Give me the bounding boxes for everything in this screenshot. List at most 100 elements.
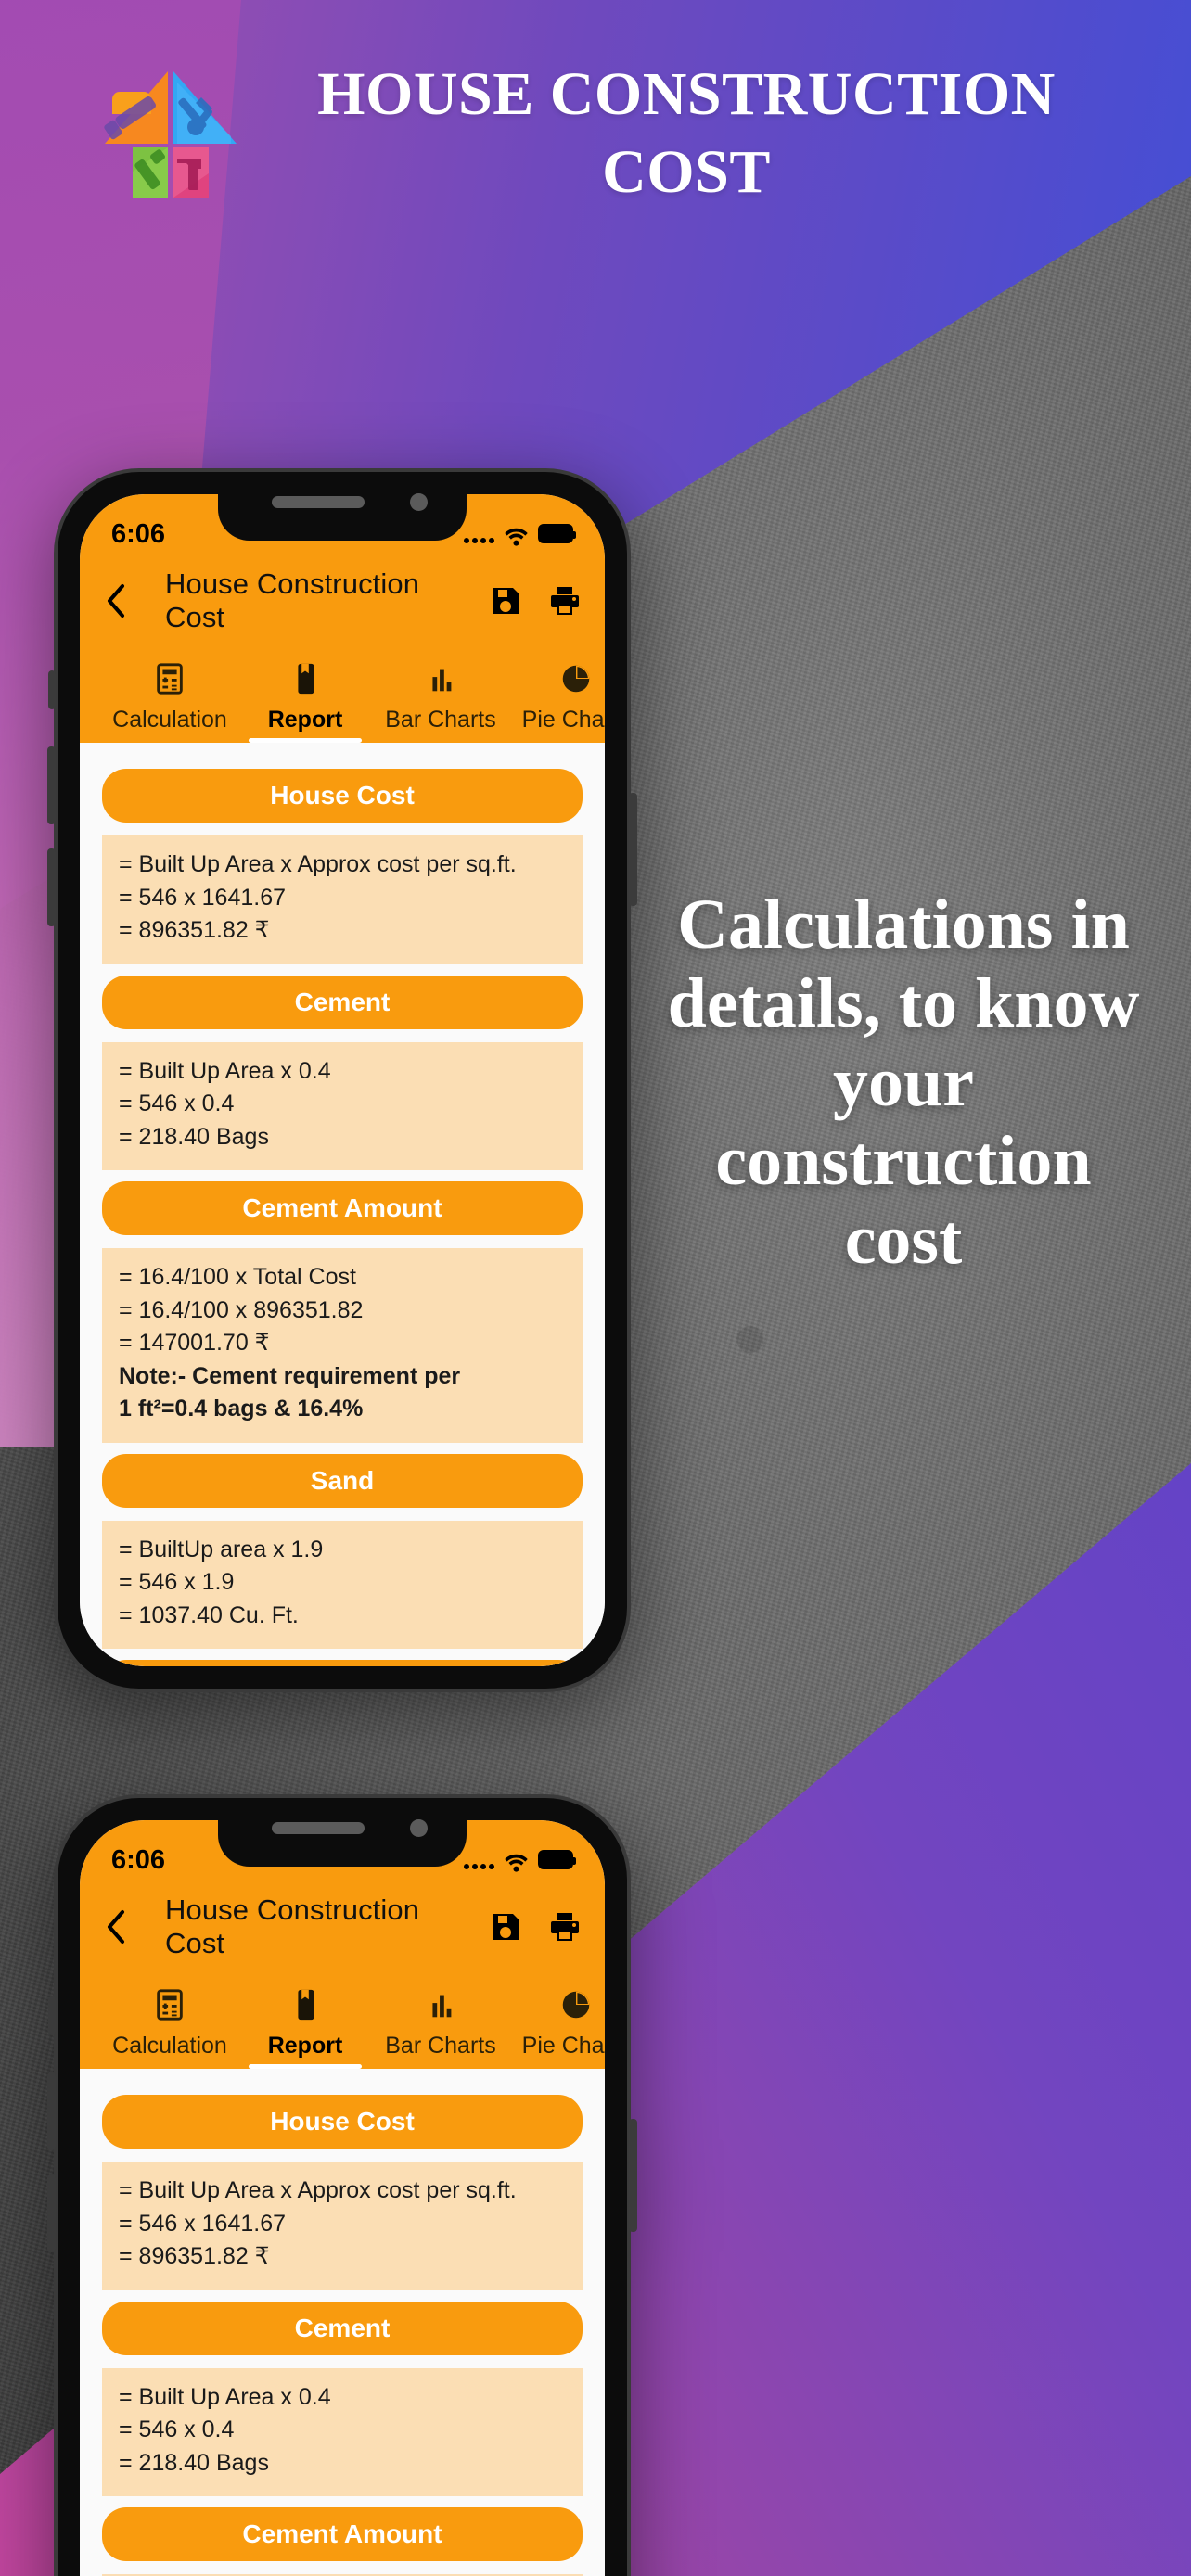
pie-chart-icon [508, 659, 605, 698]
report-section-body: = 16.4/100 x Total Cost = 16.4/100 x 8963… [102, 1248, 583, 1443]
tab-calculation[interactable]: Calculation [102, 1985, 237, 2069]
report-line: = 16.4/100 x 896351.82 [119, 1296, 364, 1323]
report-line: = Built Up Area x 0.4 [119, 1057, 331, 1084]
phone-frame: 6:06 House Construction Cost Calculation… [54, 468, 631, 1692]
signal-dots-icon [464, 1864, 494, 1869]
signal-dots-icon [464, 538, 494, 543]
tab-bar-charts-label: Bar Charts [385, 2033, 496, 2059]
report-line: = Built Up Area x Approx cost per sq.ft. [119, 851, 517, 877]
report-line: = 218.40 Bags [119, 1123, 269, 1150]
app-action-bar: House Construction Cost [80, 1889, 605, 1965]
status-icons [464, 1840, 576, 1872]
tab-report[interactable]: Report [237, 659, 373, 743]
report-section-body: = BuiltUp area x 1.9 = 546 x 1.9 = 1037.40… [102, 1520, 583, 1649]
report-line: = 896351.82 ₹ [119, 2243, 270, 2269]
phone-notch [218, 472, 467, 541]
report-line: = 896351.82 ₹ [119, 917, 270, 943]
printer-icon[interactable] [549, 585, 581, 617]
tab-calculation-label: Calculation [112, 2033, 227, 2059]
wifi-icon [503, 523, 530, 546]
report-line: = Built Up Area x Approx cost per sq.ft. [119, 2177, 517, 2203]
tab-pie-charts[interactable]: Pie Charts [508, 1985, 605, 2069]
tab-bar-charts-label: Bar Charts [385, 707, 496, 733]
appbar-actions [490, 585, 581, 617]
status-time: 6:06 [111, 518, 166, 549]
phone-screen: 6:06 House Construction Cost Calculation… [80, 1820, 605, 2576]
promo-tagline: Calculations in details, to know your co… [667, 886, 1140, 1280]
report-line: 1 ft²=0.4 bags & 16.4% [119, 1396, 364, 1422]
phone-screen: 6:06 House Construction Cost Calculation… [80, 494, 605, 1666]
tab-pie-charts-label: Pie Charts [521, 707, 605, 733]
earpiece-speaker [272, 496, 365, 508]
tab-report[interactable]: Report [237, 1985, 373, 2069]
battery-full-icon [538, 1850, 576, 1869]
report-line: = 546 x 1641.67 [119, 884, 287, 911]
report-line: = 16.4/100 x Total Cost [119, 1264, 356, 1290]
save-floppy-icon[interactable] [490, 1911, 521, 1943]
front-camera [410, 493, 428, 511]
power-button[interactable] [629, 793, 637, 906]
phone-mockup-top: 6:06 House Construction Cost Calculation… [47, 468, 637, 1692]
appbar-actions [490, 1911, 581, 1943]
tab-calculation-label: Calculation [112, 707, 227, 733]
report-section: Cement [80, 2301, 605, 2355]
status-icons [464, 514, 576, 546]
tab-bar[interactable]: Calculation Report Bar Charts Pie Cha [80, 1965, 605, 2069]
back-chevron-icon[interactable] [104, 1908, 128, 1945]
report-section: Cement [80, 975, 605, 1029]
printer-icon[interactable] [549, 1911, 581, 1943]
report-section: Cement Amount [80, 1181, 605, 1235]
tab-pie-charts-label: Pie Charts [521, 2033, 605, 2059]
report-section-body: = Built Up Area x Approx cost per sq.ft.… [102, 2162, 583, 2290]
volume-up-button[interactable] [47, 746, 56, 824]
calculator-icon [102, 659, 237, 698]
earpiece-speaker [272, 1822, 365, 1834]
report-line: = 546 x 0.4 [119, 1090, 235, 1116]
volume-up-button[interactable] [47, 2072, 56, 2150]
calculator-icon [102, 1985, 237, 2024]
pie-chart-icon [508, 1985, 605, 2024]
tab-bar[interactable]: Calculation Report Bar Charts Pie Cha [80, 639, 605, 743]
report-section: Cement Amount [80, 2507, 605, 2561]
tab-report-label: Report [267, 2033, 343, 2059]
volume-down-button[interactable] [47, 848, 56, 926]
volume-down-button[interactable] [47, 2174, 56, 2252]
back-chevron-icon[interactable] [104, 582, 128, 619]
report-line: = 147001.70 ₹ [119, 1330, 270, 1356]
report-section-heading: House Cost [102, 2095, 583, 2149]
report-book-icon [237, 1985, 373, 2024]
report-section-heading: Cement [102, 2301, 583, 2355]
status-time: 6:06 [111, 1844, 166, 1875]
report-list-bottom: House Cost = Built Up Area x Approx cost … [80, 2069, 605, 2576]
battery-full-icon [538, 524, 576, 543]
phone-notch [218, 1798, 467, 1867]
report-section: House Cost [80, 769, 605, 823]
front-camera [410, 1819, 428, 1837]
bar-chart-icon [373, 659, 508, 698]
report-section-heading: Cement Amount [102, 2507, 583, 2561]
report-line: = 1037.40 Cu. Ft. [119, 1601, 299, 1628]
silent-switch[interactable] [48, 670, 56, 709]
report-section: Sand Amount [80, 1660, 605, 1666]
app-action-bar: House Construction Cost [80, 563, 605, 639]
report-section-body: = Built Up Area x Approx cost per sq.ft.… [102, 835, 583, 964]
tab-bar-charts[interactable]: Bar Charts [373, 659, 508, 743]
save-floppy-icon[interactable] [490, 585, 521, 617]
report-line: = 546 x 1641.67 [119, 2210, 287, 2237]
promo-title: HOUSE CONSTRUCTION COST [317, 59, 1056, 206]
report-section-heading: Cement [102, 975, 583, 1029]
silent-switch[interactable] [48, 1996, 56, 2035]
tab-pie-charts[interactable]: Pie Charts [508, 659, 605, 743]
report-line: = Built Up Area x 0.4 [119, 2383, 331, 2410]
wifi-icon [503, 1849, 530, 1872]
report-line: = 546 x 0.4 [119, 2417, 235, 2442]
report-section-body: = Built Up Area x 0.4 = 546 x 0.4 = 218.40… [102, 1041, 583, 1170]
report-book-icon [237, 659, 373, 698]
tab-bar-charts[interactable]: Bar Charts [373, 1985, 508, 2069]
power-button[interactable] [629, 2119, 637, 2232]
tab-report-label: Report [267, 707, 343, 733]
report-line: = 218.40 Bags [119, 2449, 269, 2476]
report-section: House Cost [80, 2095, 605, 2149]
tab-calculation[interactable]: Calculation [102, 659, 237, 743]
report-section-heading: House Cost [102, 769, 583, 823]
